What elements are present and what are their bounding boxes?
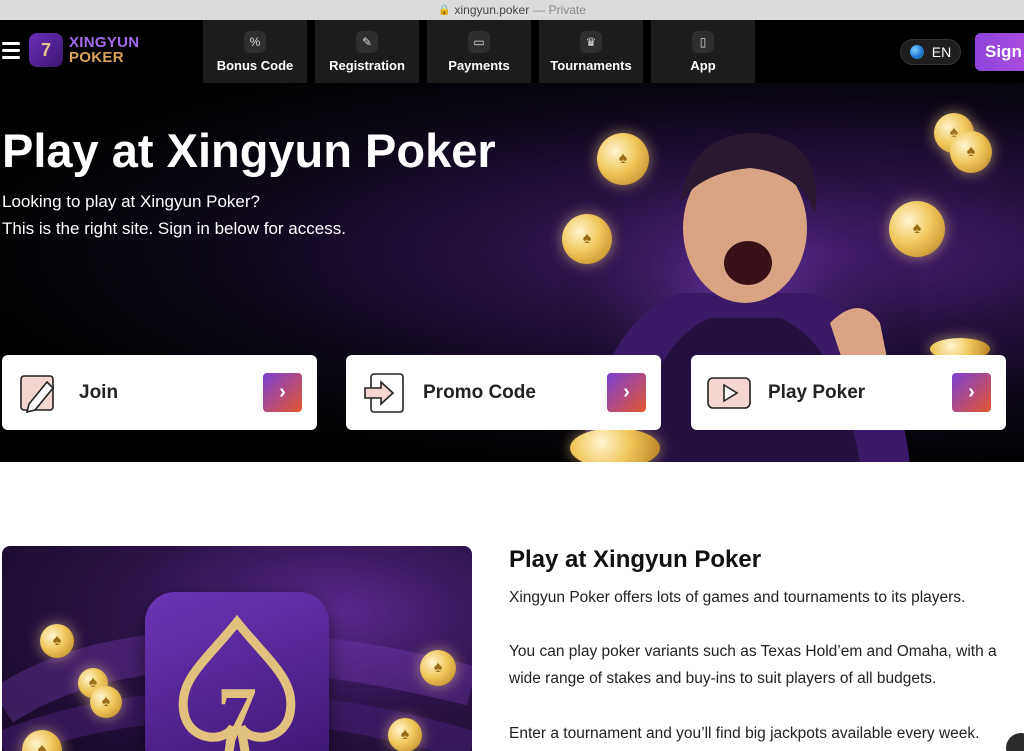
nav-bonus-code[interactable]: % Bonus Code [203,20,307,83]
paragraph-3: Enter a tournament and you’ll find big j… [509,725,980,742]
enter-icon [364,372,404,413]
nav-payments[interactable]: ▭ Payments [427,20,531,83]
coin-icon: ♠ [597,133,649,185]
spade-seven-icon: 7 [178,614,296,751]
play-poker-card[interactable]: Play Poker › [691,355,1006,430]
language-label: EN [931,44,952,60]
app-promo-image: 7 ♠ ♠ ♠ ♠ ♠ ♠ [2,546,472,751]
percent-icon: % [244,30,266,53]
play-icon [707,376,751,409]
section-title: Play at Xingyun Poker [509,546,762,573]
nav-label: Tournaments [550,57,632,73]
promo-code-card[interactable]: Promo Code › [346,355,661,430]
hero-section: ♠ ♠ ♠ ♠ ♠ Play at Xingyun Poker Looking … [0,83,1024,462]
coin-icon: ♠ [388,718,422,751]
coin-icon: ♠ [420,650,456,686]
language-selector[interactable]: EN [900,39,961,65]
nav-label: Payments [448,57,510,73]
paragraph-1: Xingyun Poker offers lots of games and t… [509,589,966,606]
coin-icon: ♠ [889,201,945,257]
coin-icon: ♠ [950,131,992,173]
nav-label: App [690,57,716,73]
coin-icon: ♠ [90,686,122,718]
svg-text:7: 7 [217,672,257,751]
menu-icon[interactable] [2,42,20,59]
join-card[interactable]: Join › [2,355,317,430]
trophy-icon: ♛ [580,30,602,53]
main-nav: % Bonus Code ✎ Registration ▭ Payments ♛… [203,20,763,83]
nav-label: Bonus Code [216,57,294,73]
coin-icon [570,428,660,462]
card-icon: ▭ [468,30,490,53]
logo-text-line1: XINGYUN [69,34,140,51]
coin-icon: ♠ [562,214,612,264]
site-header: 7 XINGYUN POKER % Bonus Code ✎ Registrat… [0,20,1024,83]
globe-icon [909,45,924,59]
nav-label: Registration [329,57,405,73]
hero-subtitle: Looking to play at Xingyun Poker? This i… [2,188,346,242]
play-poker-label: Play Poker [768,381,866,403]
phone-icon: ▯ [692,30,714,53]
url-text: xingyun.poker [454,3,530,17]
hero-title: Play at Xingyun Poker [2,124,496,177]
chevron-right-icon[interactable]: › [952,373,991,412]
logo-text-line2: POKER [69,49,124,66]
user-edit-icon: ✎ [356,30,378,53]
promo-code-label: Promo Code [423,381,536,403]
hero-subtitle-line1: Looking to play at Xingyun Poker? [2,192,261,211]
nav-registration[interactable]: ✎ Registration [315,20,419,83]
chevron-right-icon[interactable]: › [263,373,302,412]
join-label: Join [79,381,119,403]
browser-address-bar[interactable]: 🔒 xingyun.poker — Private [0,0,1024,20]
site-logo[interactable]: 7 XINGYUN POKER [29,33,139,67]
lock-icon: 🔒 [438,4,451,16]
nav-tournaments[interactable]: ♛ Tournaments [539,20,643,83]
app-icon: 7 [145,592,329,751]
private-label: — Private [533,3,586,17]
chevron-right-icon[interactable]: › [607,373,646,412]
coin-icon: ♠ [40,624,74,658]
sign-in-button[interactable]: Sign i [975,33,1024,71]
spade-seven-logo-icon: 7 [29,33,63,67]
edit-icon [20,374,55,413]
paragraph-2: You can play poker variants such as Texa… [509,643,997,687]
nav-app[interactable]: ▯ App [651,20,755,83]
hero-subtitle-line2: This is the right site. Sign in below fo… [2,219,346,238]
